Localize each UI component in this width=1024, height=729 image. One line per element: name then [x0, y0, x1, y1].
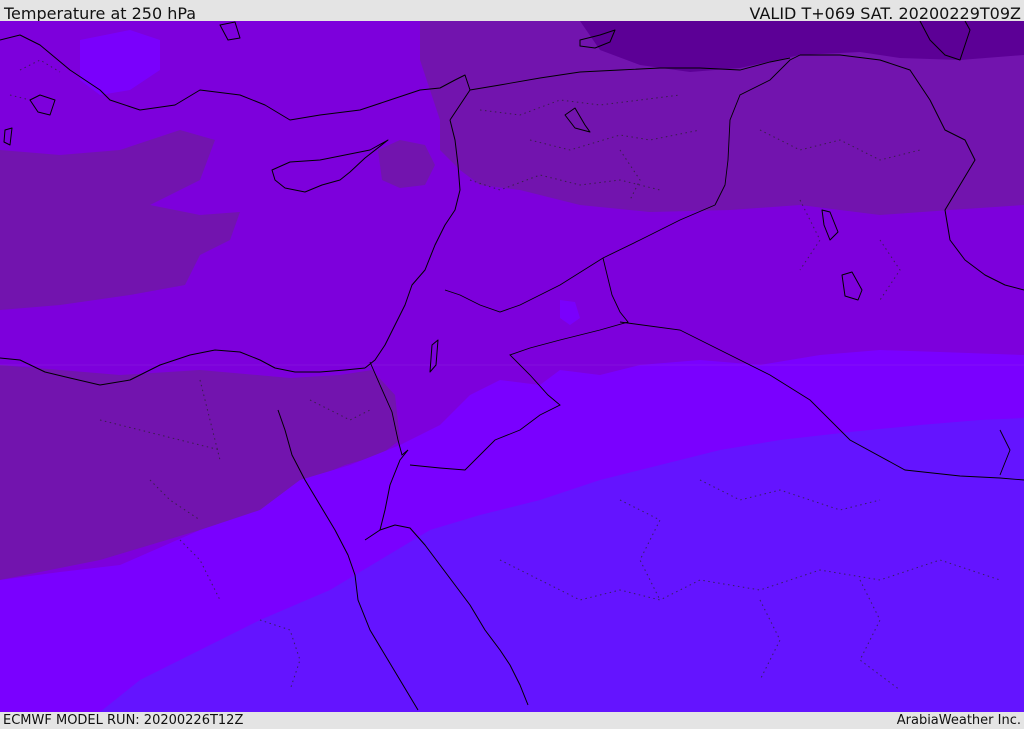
- map-header: Temperature at 250 hPa VALID T+069 SAT. …: [0, 0, 1024, 23]
- credit-label: ArabiaWeather Inc.: [896, 713, 1021, 728]
- temperature-map[interactable]: [0, 21, 1024, 712]
- model-run-label: ECMWF MODEL RUN: 20200226T12Z: [3, 713, 244, 728]
- map-footer: ECMWF MODEL RUN: 20200226T12Z ArabiaWeat…: [0, 712, 1024, 729]
